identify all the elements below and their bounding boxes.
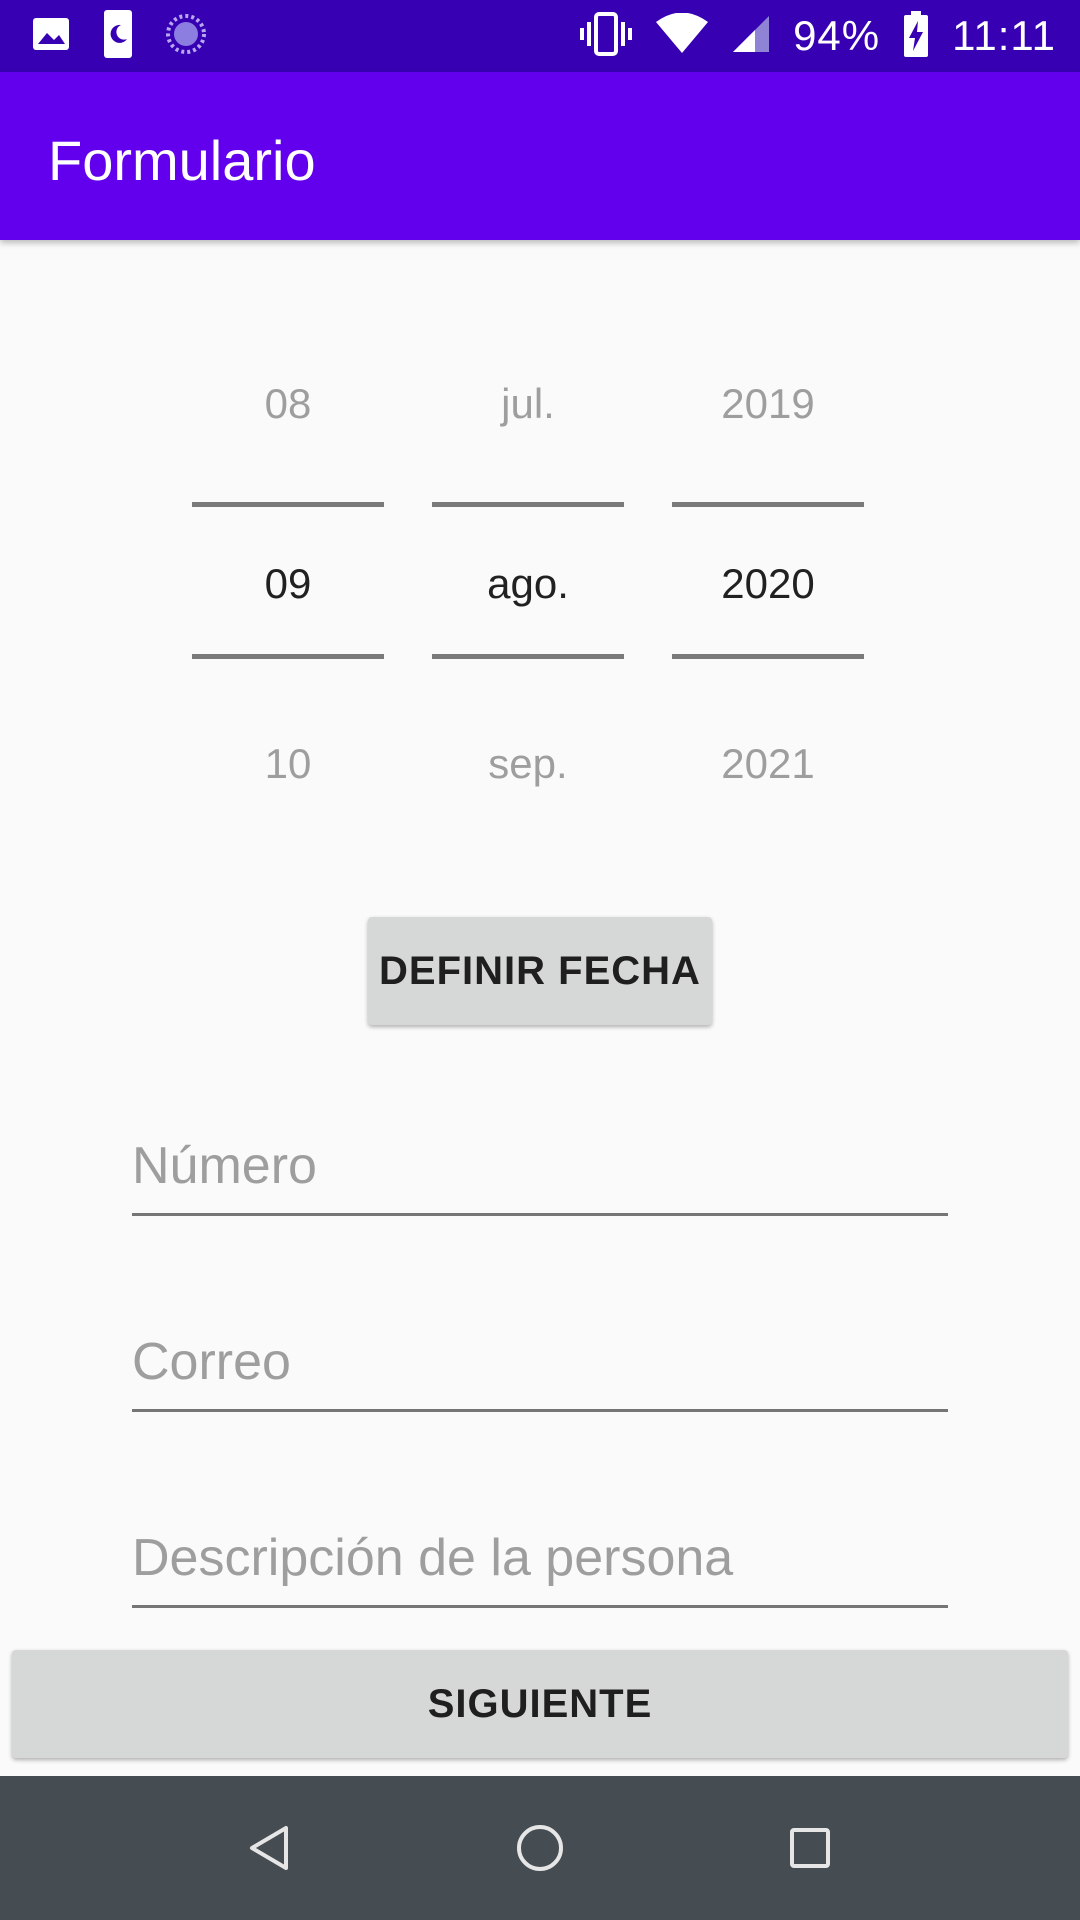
back-icon[interactable] [234,1812,306,1884]
day-next-value[interactable]: 10 [192,740,384,788]
year-divider-top [672,502,864,507]
correo-underline [132,1409,948,1412]
day-divider-top [192,502,384,507]
day-selected-value[interactable]: 09 [192,560,384,608]
month-next-value[interactable]: sep. [432,740,624,788]
clock: 11:11 [952,12,1056,59]
year-divider-bottom [672,654,864,659]
day-picker[interactable]: 08 09 10 [192,240,384,880]
descripcion-field[interactable]: Descripción de la persona [132,1518,948,1608]
sync-icon [164,12,208,61]
day-divider-bottom [192,654,384,659]
numero-underline [132,1213,948,1216]
image-icon [30,13,72,60]
page-title: Formulario [48,129,316,192]
recent-apps-icon[interactable] [774,1812,846,1884]
signal-icon [731,14,771,59]
correo-field[interactable]: Correo [132,1322,948,1412]
home-icon[interactable] [504,1812,576,1884]
define-date-button[interactable]: DEFINIR FECHA [368,917,712,1025]
descripcion-underline [132,1605,948,1608]
month-divider-top [432,502,624,507]
year-prev-value[interactable]: 2019 [672,380,864,428]
correo-placeholder: Correo [132,1333,291,1391]
next-button[interactable]: SIGUIENTE [12,1650,1068,1758]
month-selected-value[interactable]: ago. [432,560,624,608]
year-picker[interactable]: 2019 2020 2021 [672,240,864,880]
battery-charging-icon [902,10,930,63]
month-prev-value[interactable]: jul. [432,380,624,428]
night-mode-icon [102,9,134,64]
descripcion-placeholder: Descripción de la persona [132,1529,734,1587]
navigation-bar [0,1776,1080,1920]
battery-percent: 94% [793,12,881,59]
numero-placeholder: Número [132,1137,317,1195]
status-bar: 94% 11:11 [0,0,1080,72]
vibrate-icon [579,10,633,63]
date-picker: 08 09 10 jul. ago. sep. 2019 2020 2021 [0,240,1080,880]
year-next-value[interactable]: 2021 [672,740,864,788]
year-selected-value[interactable]: 2020 [672,560,864,608]
app-bar: Formulario [0,72,1080,240]
month-picker[interactable]: jul. ago. sep. [432,240,624,880]
numero-field[interactable]: Número [132,1126,948,1216]
day-prev-value[interactable]: 08 [192,380,384,428]
wifi-icon [655,12,709,60]
month-divider-bottom [432,654,624,659]
